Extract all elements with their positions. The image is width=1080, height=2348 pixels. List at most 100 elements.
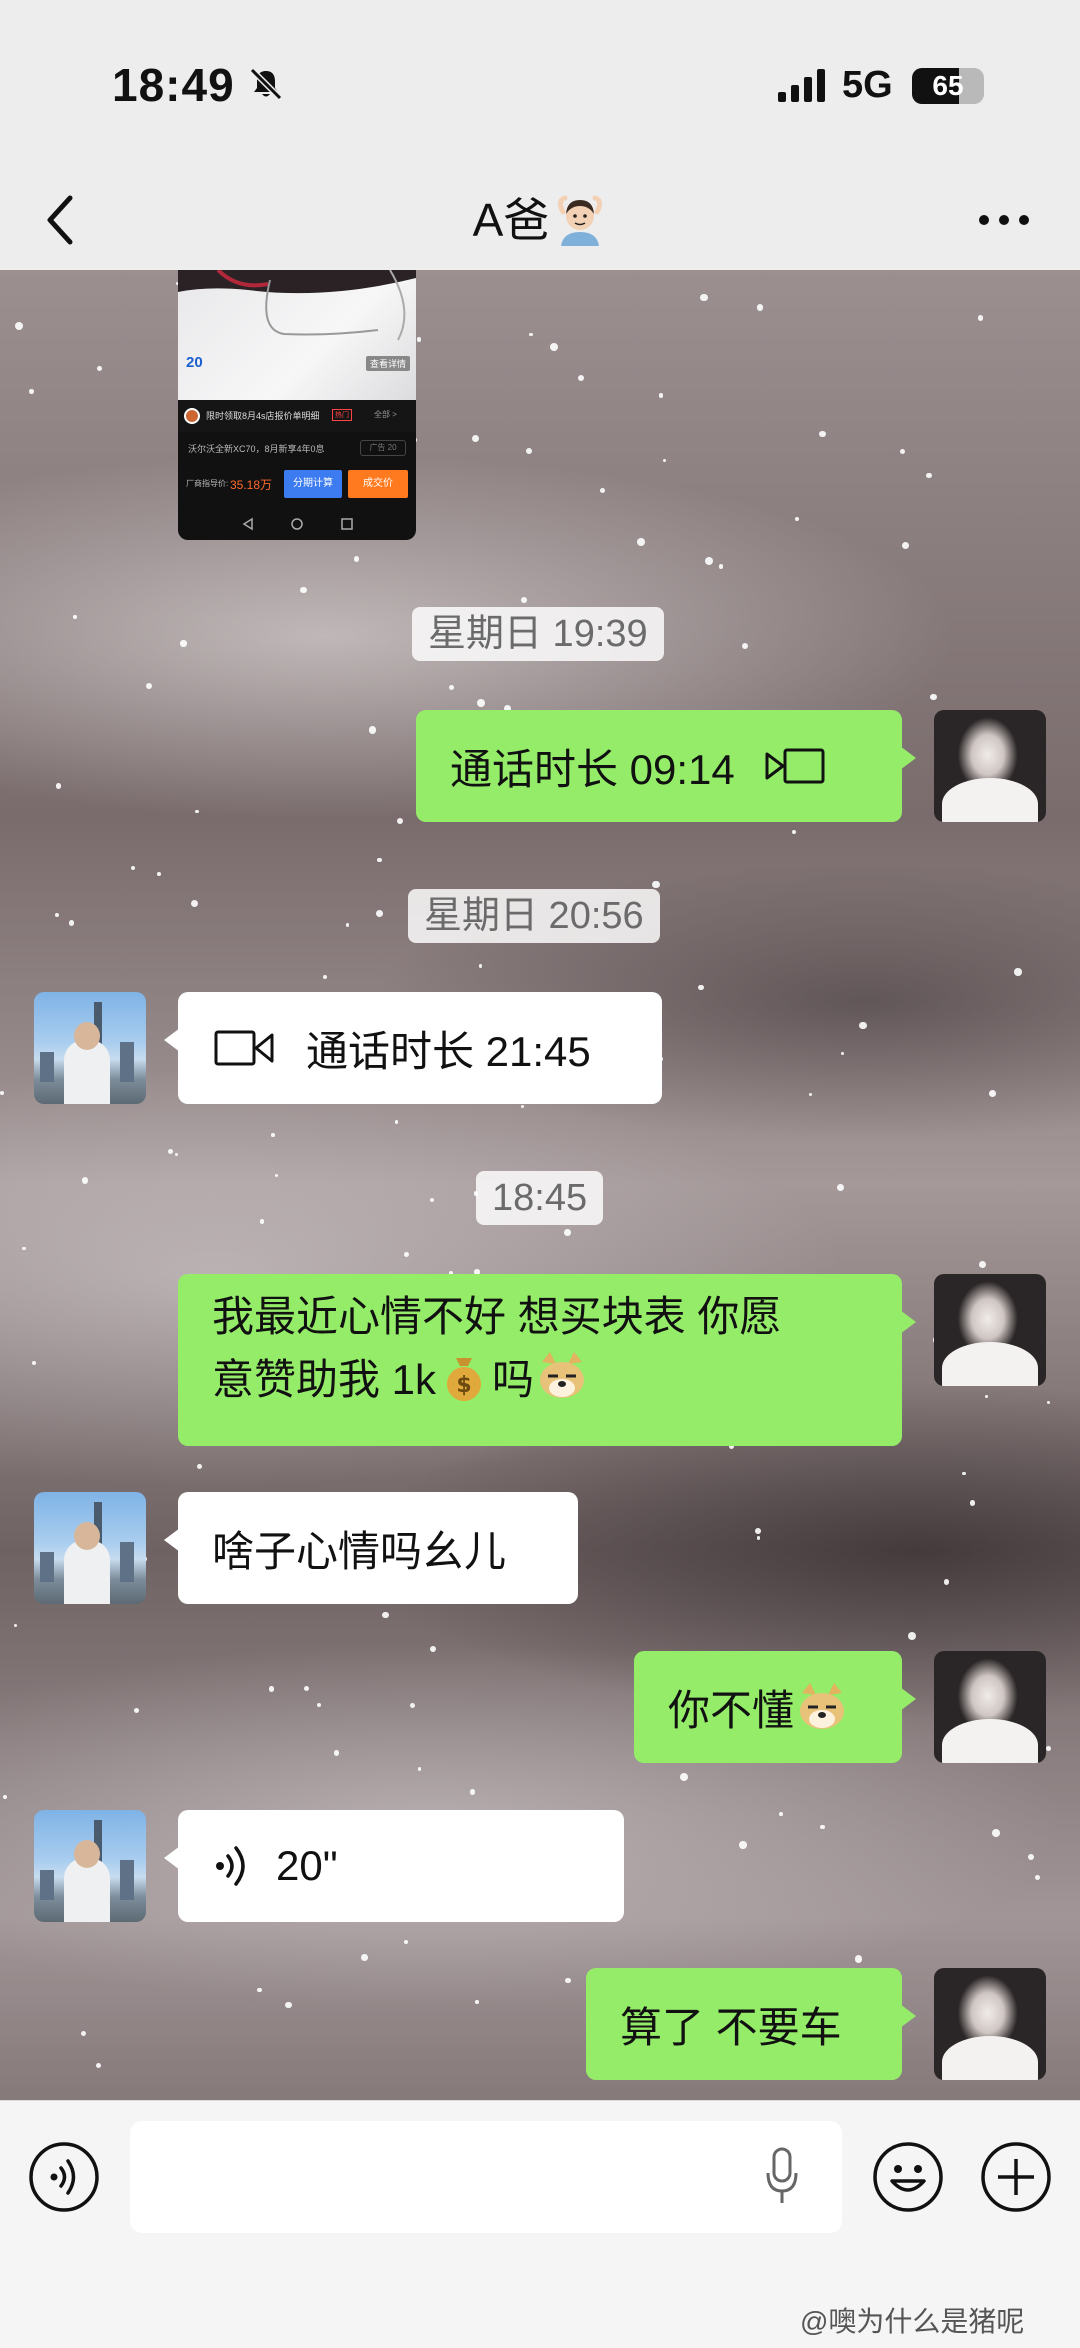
my-text-message[interactable]: 我最近心情不好 想买块表 你愿 意赞助我 1k $ 吗 [178, 1274, 916, 1446]
badge-number: 20 [186, 354, 203, 371]
snow-fleck [174, 1152, 178, 1157]
snow-fleck [190, 899, 198, 907]
snow-fleck [658, 393, 664, 398]
voice-mode-icon[interactable] [28, 2141, 100, 2213]
contact-avatar[interactable] [34, 1810, 146, 1922]
my-text-message[interactable]: 算了 不要车 [586, 1968, 916, 2080]
snow-fleck [991, 1828, 1000, 1837]
message-line-2-wrap: 意赞助我 1k $ 吗 [212, 1348, 868, 1411]
microphone-icon[interactable] [762, 2145, 802, 2209]
shared-screenshot-image[interactable]: 20 查看详情 限时领取8月4s店报价单明细 热门 全部 > 沃尔沃全新XC70… [178, 270, 416, 540]
snow-fleck [469, 1789, 476, 1795]
snow-fleck [3, 1794, 7, 1799]
snow-fleck [978, 1261, 986, 1269]
snow-fleck [899, 449, 905, 455]
my-avatar[interactable] [934, 1968, 1046, 2080]
snow-fleck [969, 1500, 976, 1506]
snow-fleck [791, 829, 796, 834]
call-record-bubble[interactable]: 通话时长 21:45 [164, 992, 662, 1104]
my-avatar[interactable] [934, 1274, 1046, 1386]
snow-fleck [394, 1120, 399, 1124]
emoji-face-icon[interactable] [872, 2141, 944, 2213]
message-text: 啥子心情吗幺儿 [212, 1527, 507, 1575]
chat-title: A爸 [0, 184, 1080, 250]
snow-fleck [429, 1646, 436, 1652]
snow-fleck [300, 586, 307, 594]
snow-fleck [809, 1092, 813, 1096]
snow-fleck [271, 1133, 275, 1138]
snow-fleck [756, 1535, 761, 1540]
money-bag-emoji-icon: $ [447, 1358, 482, 1401]
snow-fleck [578, 374, 585, 381]
call-record-bubble[interactable]: 通话时长 09:14 [416, 710, 916, 822]
snow-fleck [417, 1766, 422, 1771]
mute-bell-icon [249, 67, 283, 101]
contact-avatar[interactable] [34, 1492, 146, 1604]
video-call-icon [765, 748, 825, 784]
my-avatar[interactable] [934, 1651, 1046, 1763]
person-gesture-emoji-icon [558, 195, 603, 246]
price-value: 35.18万 [230, 478, 273, 492]
snow-fleck [145, 682, 152, 690]
snow-fleck [977, 314, 984, 321]
snow-fleck [96, 365, 102, 372]
more-dots-icon[interactable] [976, 210, 1032, 230]
message-line-2-end: 吗 [492, 1356, 535, 1403]
snow-fleck [1046, 1400, 1050, 1404]
snow-fleck [565, 1977, 571, 1984]
voice-wave-icon [216, 1846, 245, 1886]
snow-fleck [907, 1631, 916, 1640]
snow-fleck [637, 538, 646, 546]
voice-message[interactable]: 20" [164, 1810, 624, 1922]
call-duration-text: 通话时长 21:45 [306, 1027, 591, 1075]
snow-fleck [779, 1811, 784, 1816]
car-photo [178, 270, 416, 400]
snow-fleck [404, 1940, 408, 1945]
all-link: 全部 > [374, 410, 397, 419]
snow-fleck [403, 1251, 409, 1258]
snow-fleck [930, 693, 937, 700]
car-outline-graphic [178, 270, 416, 341]
snow-fleck [651, 880, 660, 889]
status-time: 18:49 [112, 59, 235, 111]
timestamp: 18:45 [476, 1171, 604, 1225]
snow-fleck [316, 1702, 321, 1708]
call-duration-text: 通话时长 09:14 [450, 745, 735, 793]
view-detail-tag: 查看详情 [366, 356, 411, 371]
snow-fleck [697, 984, 704, 991]
contact-avatar[interactable] [34, 992, 146, 1104]
my-avatar[interactable] [934, 710, 1046, 822]
snow-fleck [73, 615, 77, 619]
snow-fleck [662, 458, 666, 462]
my-text-message[interactable]: 你不懂 [634, 1651, 916, 1763]
snow-fleck [756, 304, 764, 311]
doge-emoji-icon [540, 1352, 585, 1398]
snow-fleck [196, 1463, 202, 1469]
snow-fleck [29, 389, 35, 394]
doge-emoji-icon [800, 1683, 845, 1729]
battery-indicator: 65 [912, 68, 984, 104]
snow-fleck [961, 1471, 966, 1476]
snow-fleck [719, 564, 724, 569]
installment-button: 分期计算 [284, 470, 342, 498]
snow-fleck [396, 817, 403, 824]
snow-fleck [22, 1246, 26, 1251]
snow-fleck [180, 640, 187, 647]
plus-circle-icon[interactable] [980, 2141, 1052, 2213]
hot-badge: 热门 [332, 409, 352, 421]
snow-fleck [1045, 1746, 1051, 1751]
snow-fleck [195, 810, 199, 814]
chat-title-text: A爸 [472, 194, 550, 246]
network-type: 5G [842, 64, 893, 106]
snow-fleck [368, 726, 377, 734]
snow-fleck [926, 472, 932, 479]
snow-fleck [81, 1177, 89, 1184]
contact-text-message[interactable]: 啥子心情吗幺儿 [164, 1492, 578, 1604]
snow-fleck [700, 293, 708, 302]
snow-fleck [259, 1219, 265, 1224]
snow-fleck [268, 1686, 275, 1692]
message-input[interactable] [130, 2121, 842, 2233]
model-text: 沃尔沃全新XC70，8月新享4年0息 [188, 444, 325, 454]
snow-fleck [476, 698, 485, 707]
snow-fleck [68, 920, 75, 926]
